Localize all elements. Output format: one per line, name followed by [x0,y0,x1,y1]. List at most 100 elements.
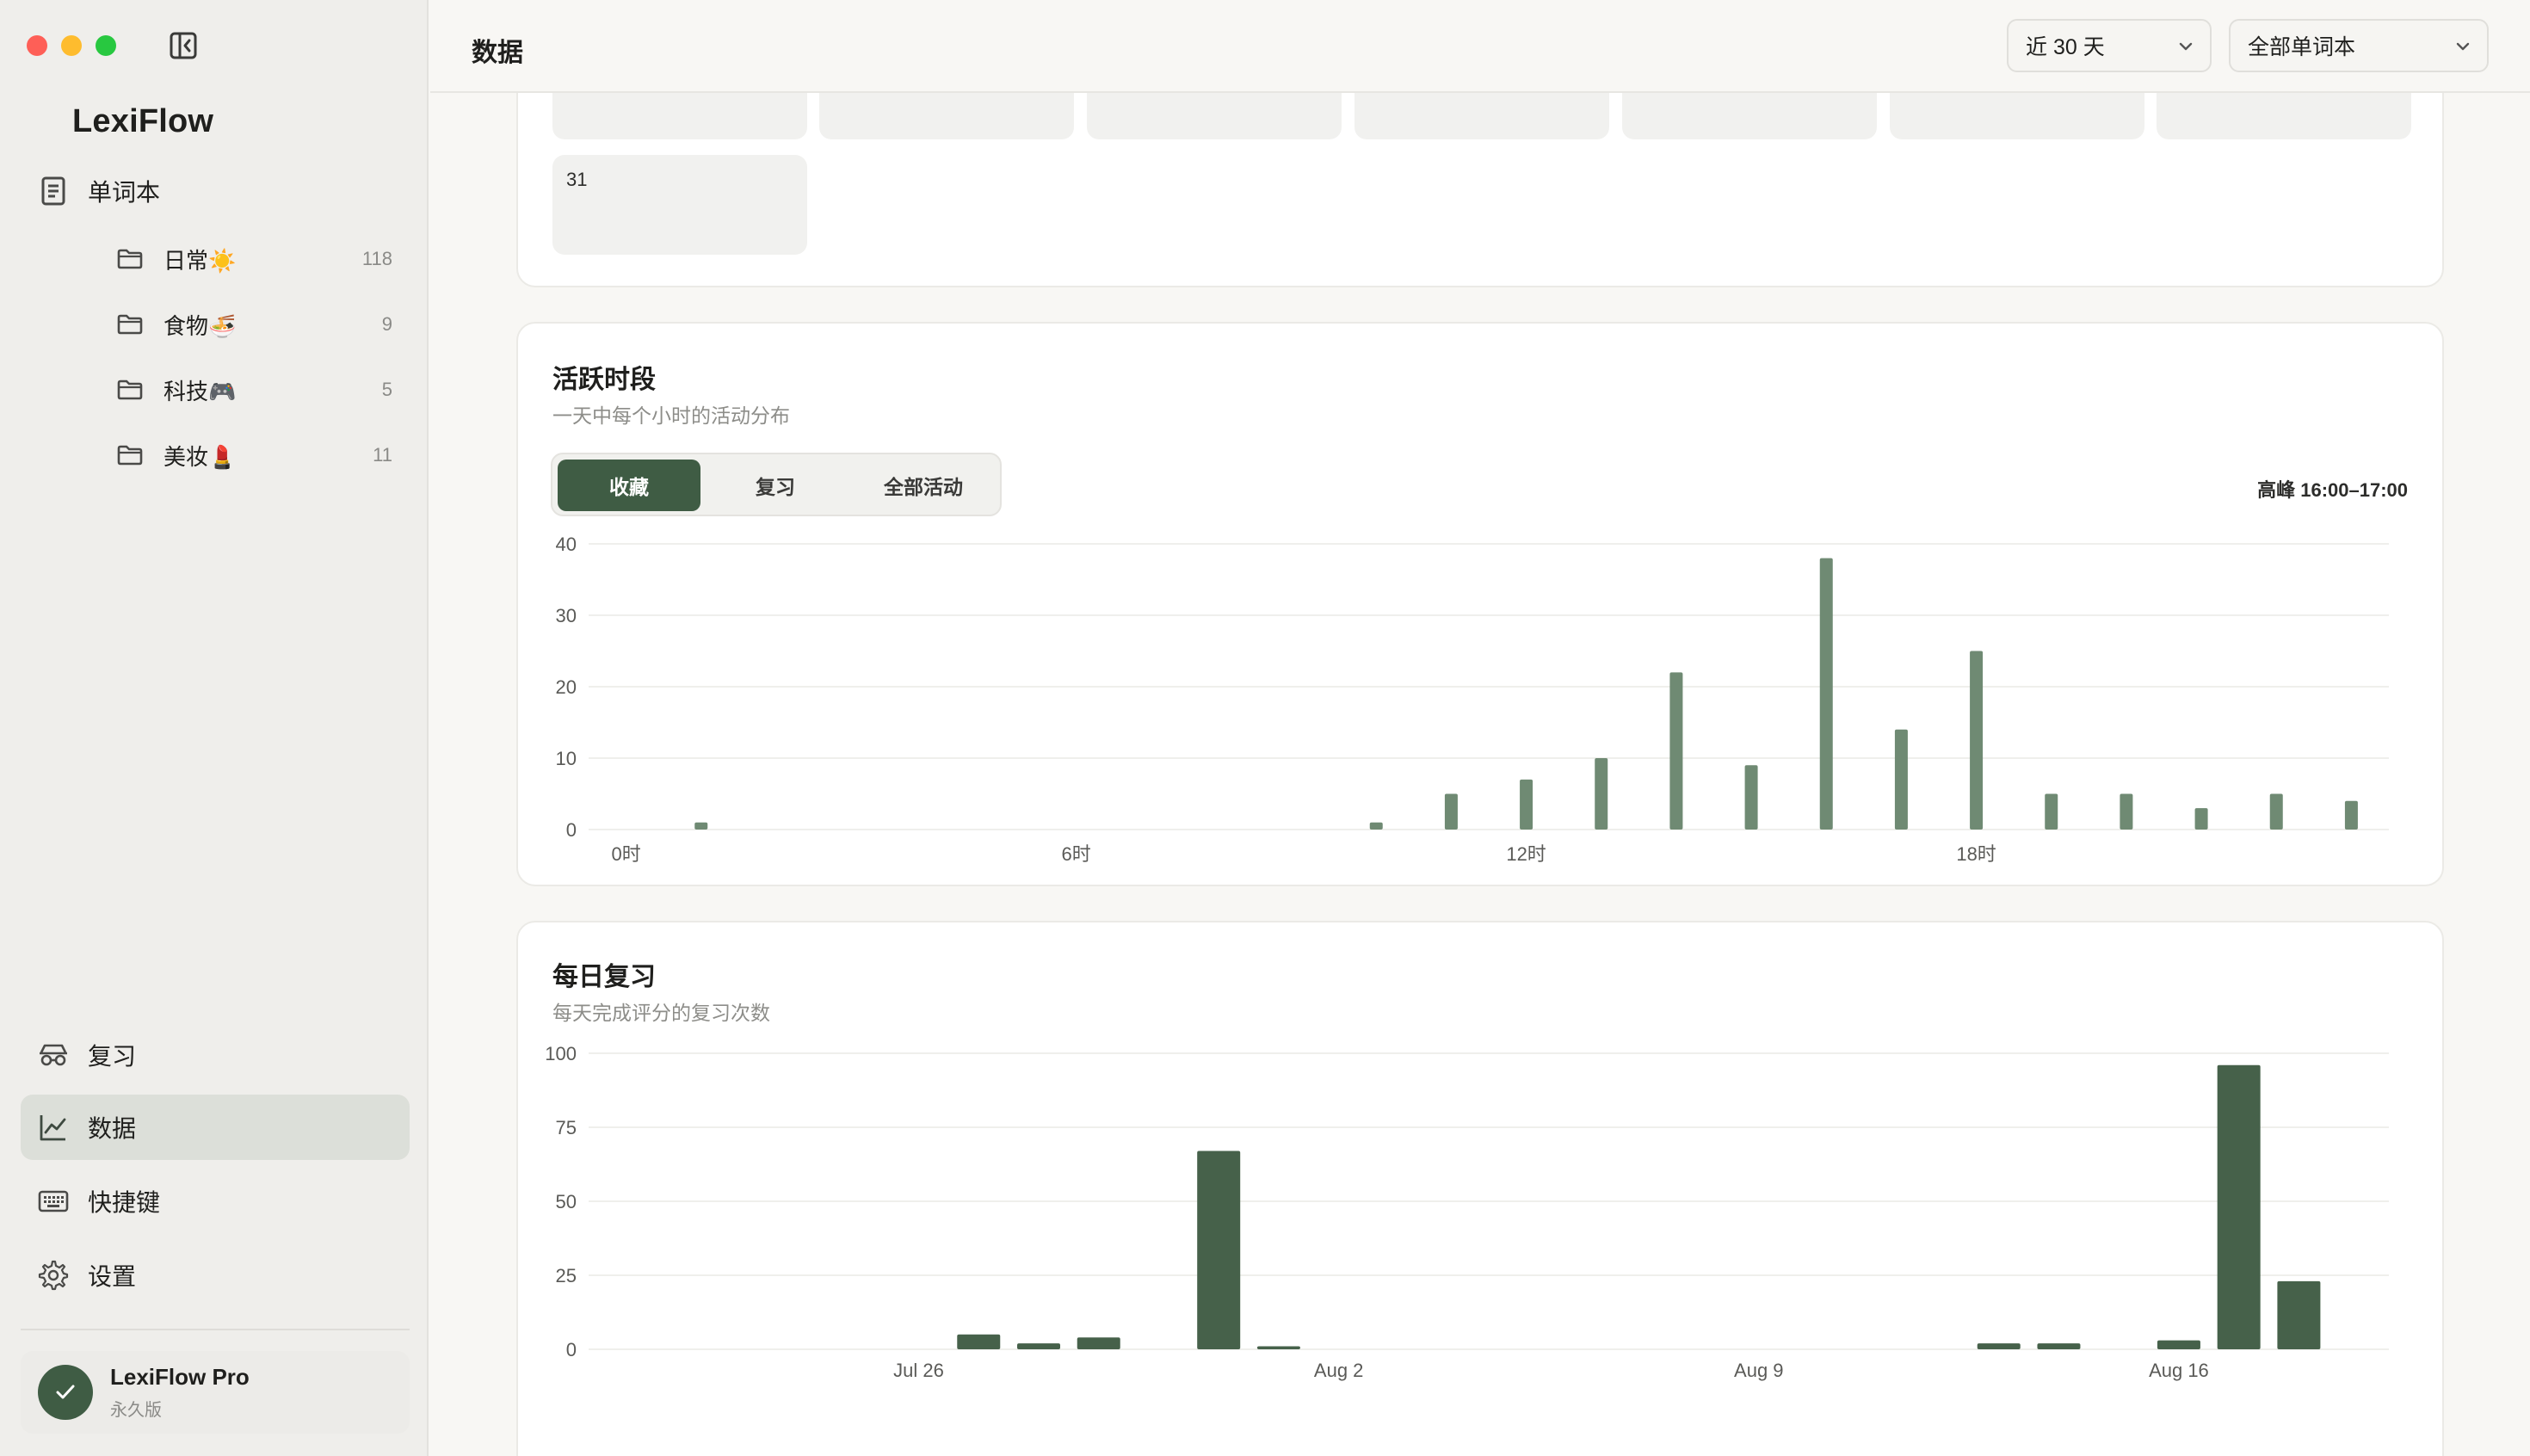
folder-label: 科技🎮 [164,378,237,404]
calendar-day-cell[interactable] [1087,93,1342,139]
calendar-day-cell[interactable] [552,93,807,139]
chart-bar [1520,779,1533,830]
chevron-down-icon [2179,42,2193,51]
notebook-select[interactable]: 全部单词本 [2229,19,2489,72]
sidebar-item-label: 单词本 [88,179,161,206]
chart-bar [1077,1337,1120,1349]
sidebar-item-review[interactable]: 复习 [21,1022,410,1088]
sidebar-item-label: 复习 [88,1043,137,1070]
chart-bar [957,1334,1001,1349]
chart-bar [1819,558,1833,830]
chart-bar [1017,1343,1060,1349]
minimize-window-button[interactable] [61,35,82,56]
y-tick-label: 100 [545,1043,577,1064]
folder-count: 118 [361,248,392,269]
calendar-day-cell[interactable] [1354,93,1609,139]
x-tick-label: Aug 16 [2149,1360,2209,1381]
y-tick-label: 25 [556,1265,577,1286]
close-window-button[interactable] [27,35,47,56]
folder-icon [115,442,145,468]
chart-bar [1894,729,1908,830]
chart-bar [1977,1343,2021,1349]
x-tick-label: 12时 [1506,843,1546,865]
notebook-select-value: 全部单词本 [2248,35,2356,59]
sidebar-toggle-icon[interactable] [169,31,201,60]
chart-bar [2277,1280,2321,1349]
folder-item-daily[interactable]: 日常☀️ 118 [115,233,399,285]
y-tick-label: 0 [566,1339,577,1360]
sidebar-item-vocab[interactable]: 单词本 [21,158,410,224]
pro-name: LexiFlow Pro [110,1364,250,1390]
folder-item-tech[interactable]: 科技🎮 5 [115,364,399,416]
chart-bar [1369,822,1383,830]
calendar-day-cell[interactable] [2157,93,2411,139]
calendar-day-cell[interactable] [819,93,1074,139]
sidebar-item-label: 快捷键 [88,1189,161,1216]
zoom-window-button[interactable] [96,35,116,56]
chart-bar [2217,1064,2261,1349]
x-tick-label: Aug 2 [1314,1360,1364,1381]
keyboard-icon [36,1184,71,1218]
folder-icon [115,312,145,337]
chart-bar [2344,800,2358,830]
chart-bar [1595,758,1608,830]
x-tick-label: 0时 [611,843,640,865]
sidebar-item-data[interactable]: 数据 [21,1095,410,1160]
pro-status[interactable]: LexiFlow Pro 永久版 [21,1351,410,1434]
folder-count: 5 [381,379,392,400]
chart-bar [1744,765,1758,830]
daily-review-bar-chart: 0 25 50 75 100 Jul 26 Aug 2 Aug 9 Aug 16 [545,1043,2389,1381]
folder-label: 日常☀️ [164,247,237,274]
folder-item-food[interactable]: 食物🍜 9 [115,299,399,350]
notebook-icon [36,174,71,208]
y-tick-label: 10 [556,748,577,769]
chart-bar [1197,1151,1241,1349]
glasses-icon [36,1038,71,1072]
sidebar: LexiFlow 单词本 日常☀️ 118 食物🍜 9 科技🎮 5 美妆💄 11… [0,0,429,1456]
chart-bar [694,822,708,830]
folder-count: 11 [373,444,392,466]
y-tick-label: 30 [556,605,577,626]
sidebar-item-label: 设置 [88,1263,137,1290]
chart-bar [2120,793,2133,830]
x-tick-label: Jul 26 [893,1360,944,1381]
y-tick-label: 75 [556,1117,577,1138]
x-tick-label: 18时 [1956,843,1996,865]
pro-license: 永久版 [110,1401,162,1420]
calendar-day-number: 31 [566,169,588,190]
chart-bar [2045,793,2058,830]
chart-bar [1256,1346,1300,1349]
daily-review-card: 每日复习 每天完成评分的复习次数 0 25 50 75 100 Jul 26 Aug 2 Au… [516,921,2444,1456]
chart-bar [1669,672,1683,830]
folder-item-beauty[interactable]: 美妆💄 11 [115,429,399,481]
hourly-bar-chart: 0 10 20 30 40 0时 6时 12时 18时 [556,534,2389,865]
app-title: LexiFlow [72,103,214,139]
x-tick-label: Aug 9 [1734,1360,1784,1381]
sidebar-item-shortcuts[interactable]: 快捷键 [21,1169,410,1234]
calendar-card: 31 [516,93,2444,287]
calendar-day-cell[interactable]: 31 [552,155,807,255]
calendar-day-cell[interactable] [1622,93,1877,139]
range-select[interactable]: 近 30 天 [2007,19,2212,72]
folder-label: 美妆💄 [164,443,237,470]
folder-icon [115,377,145,403]
top-bar: 数据 近 30 天 全部单词本 [430,0,2530,93]
y-tick-label: 0 [566,819,577,841]
chart-bar [2157,1340,2200,1349]
x-tick-label: 6时 [1061,843,1090,865]
y-tick-label: 40 [556,534,577,555]
chevron-down-icon [2456,42,2470,51]
chart-line-icon [36,1110,71,1144]
sidebar-item-settings[interactable]: 设置 [21,1243,410,1308]
gear-icon [36,1258,71,1293]
hourly-activity-card: 活跃时段 一天中每个小时的活动分布 收藏 复习 全部活动 高峰 16:00–17… [516,322,2444,886]
chart-bar [1970,651,1984,830]
calendar-day-cell[interactable] [1890,93,2144,139]
y-tick-label: 20 [556,676,577,698]
main-content: 31 活跃时段 一天中每个小时的活动分布 收藏 复习 全部活动 高峰 16:00… [430,93,2530,1456]
folder-icon [115,246,145,272]
chart-bar [2194,808,2208,830]
folder-count: 9 [381,313,392,335]
sidebar-divider [21,1329,410,1330]
sidebar-item-label: 数据 [88,1115,137,1142]
